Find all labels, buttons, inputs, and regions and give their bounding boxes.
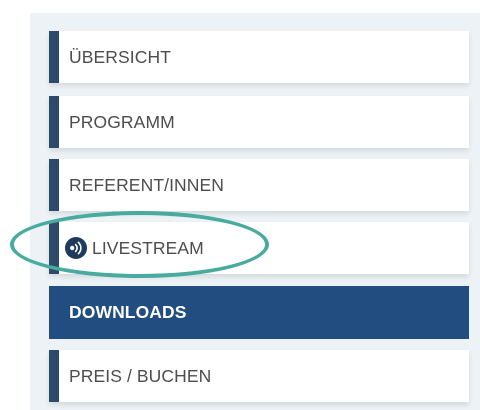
nav-item-downloads[interactable]: DOWNLOADS <box>49 286 469 339</box>
nav-item-label: PREIS / BUCHEN <box>69 365 212 386</box>
nav-item-label: PROGRAMM <box>69 111 175 132</box>
nav-item-livestream[interactable]: LIVESTREAM <box>49 222 469 274</box>
livestream-icon <box>65 237 87 259</box>
nav-item-label: DOWNLOADS <box>69 302 187 322</box>
nav-item-label: LIVESTREAM <box>92 237 204 258</box>
nav-item-uebersicht[interactable]: ÜBERSICHT <box>49 31 469 83</box>
nav-item-referenten[interactable]: REFERENT/INNEN <box>49 159 469 211</box>
nav-item-label: ÜBERSICHT <box>69 46 172 67</box>
nav-item-preis-buchen[interactable]: PREIS / BUCHEN <box>49 350 469 402</box>
nav-item-programm[interactable]: PROGRAMM <box>49 96 469 148</box>
nav-item-label: REFERENT/INNEN <box>69 174 225 195</box>
